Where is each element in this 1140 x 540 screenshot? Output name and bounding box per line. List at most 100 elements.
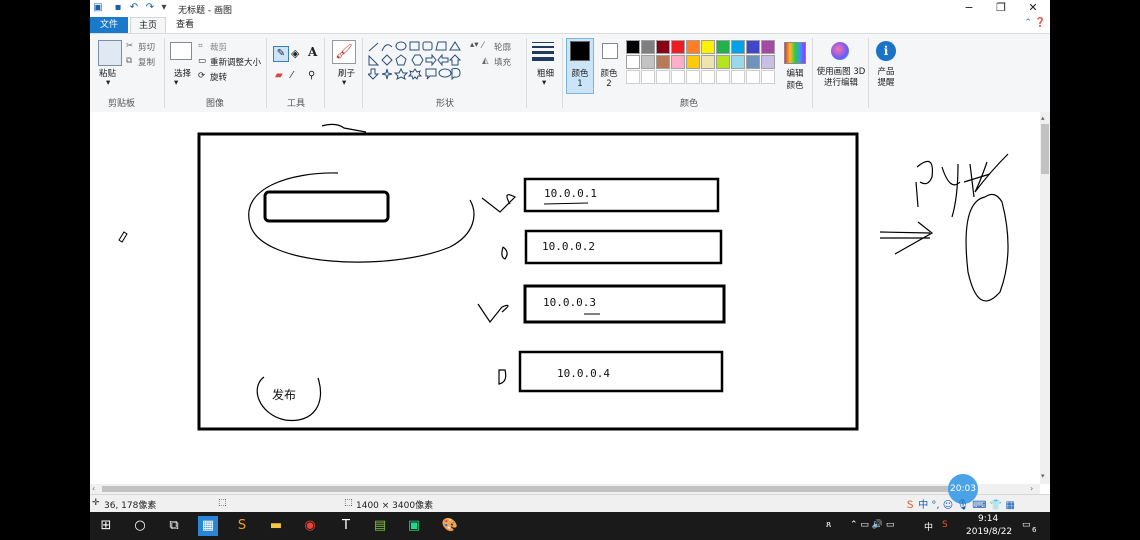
palette-swatch[interactable]	[686, 55, 700, 69]
windows-start-icon[interactable]: ⊞	[96, 516, 116, 536]
pycharm-icon[interactable]: ▣	[404, 516, 424, 536]
palette-swatch[interactable]	[671, 40, 685, 54]
pencil-icon[interactable]: ✎	[273, 46, 289, 62]
palette-swatch[interactable]	[761, 55, 775, 69]
product-alert-button[interactable]: 产品提醒	[874, 67, 898, 89]
close-button[interactable]: ✕	[1016, 0, 1050, 16]
help-icon[interactable]: ⌃ ❓	[1024, 18, 1046, 28]
horizontal-scroll-thumb[interactable]	[102, 486, 952, 492]
scroll-down-icon[interactable]: ▾	[1041, 472, 1045, 480]
color-picker-icon[interactable]: ⁄	[291, 70, 293, 81]
tab-view[interactable]: 查看	[168, 17, 202, 33]
custom-color-slot[interactable]	[686, 70, 700, 84]
edit-colors-icon[interactable]	[784, 42, 806, 64]
edit-with-paint3d-button[interactable]: 使用画图 3D 进行编辑	[816, 67, 866, 89]
sogou-icon[interactable]: Ｓ	[905, 500, 915, 511]
horizontal-scrollbar[interactable]: ‹ ›	[90, 484, 1040, 494]
app-icon-2[interactable]: S	[232, 516, 252, 536]
tab-file[interactable]: 文件	[90, 17, 128, 33]
palette-swatch[interactable]	[731, 55, 745, 69]
paint-taskbar-icon[interactable]: 🎨	[440, 516, 460, 536]
shapes-scroll-icon[interactable]: ▴▾	[470, 40, 479, 50]
brushes-dropdown-icon[interactable]: ▾	[342, 78, 346, 88]
shapes-gallery[interactable]	[368, 41, 468, 83]
ime-emoji-icon[interactable]: ☺	[943, 500, 953, 511]
file-explorer-icon[interactable]: ▬	[266, 516, 286, 536]
crop-button[interactable]: 裁剪	[210, 41, 227, 53]
save-icon[interactable]: ▪	[112, 2, 124, 14]
resize-button[interactable]: 重新调整大小	[210, 56, 261, 68]
tab-home[interactable]: 主页	[130, 17, 166, 33]
brushes-button[interactable]: 刷子	[338, 67, 355, 79]
custom-color-slot[interactable]	[731, 70, 745, 84]
maximize-button[interactable]: ❐	[984, 0, 1018, 16]
eraser-icon[interactable]: ▰	[275, 70, 283, 81]
ime-tray-label[interactable]: 中	[924, 520, 933, 533]
paint3d-icon[interactable]	[831, 42, 849, 60]
app-icon-notepad[interactable]: ▤	[370, 516, 390, 536]
paste-dropdown-icon[interactable]: ▾	[106, 78, 110, 88]
outline-button[interactable]: 轮廓	[494, 41, 511, 53]
sogou-tray-icon[interactable]: S	[942, 520, 948, 530]
chrome-icon[interactable]: ◉	[300, 516, 320, 536]
cut-button[interactable]: 剪切	[138, 41, 155, 53]
minimize-button[interactable]: −	[952, 0, 986, 16]
copy-icon[interactable]: ⧉	[126, 56, 132, 66]
ime-keyboard-icon[interactable]: ⌨	[972, 500, 986, 511]
rotate-button[interactable]: 旋转	[210, 71, 227, 83]
brush-icon[interactable]: 🖌	[332, 40, 356, 64]
custom-color-slot[interactable]	[656, 70, 670, 84]
palette-swatch[interactable]	[626, 55, 640, 69]
custom-color-slot[interactable]	[641, 70, 655, 84]
select-icon[interactable]	[170, 42, 192, 60]
undo-icon[interactable]: ↶	[128, 2, 140, 14]
custom-color-slot[interactable]	[746, 70, 760, 84]
ime-mic-icon[interactable]: 🎙	[956, 500, 969, 511]
color2-swatch[interactable]	[602, 43, 618, 59]
scroll-right-icon[interactable]: ›	[1030, 484, 1033, 494]
palette-swatch[interactable]	[716, 40, 730, 54]
edit-colors-button[interactable]: 编辑颜色	[784, 67, 806, 91]
fill-bucket-icon[interactable]: ◭	[482, 56, 489, 66]
people-icon[interactable]: ጸ	[826, 520, 831, 530]
palette-swatch[interactable]	[626, 40, 640, 54]
fill-icon[interactable]: ◈	[291, 47, 299, 60]
custom-color-slot[interactable]	[716, 70, 730, 84]
vertical-scrollbar[interactable]: ▴ ▾	[1040, 112, 1050, 484]
text-icon[interactable]: A	[308, 45, 317, 59]
palette-swatch[interactable]	[701, 55, 715, 69]
magnifier-icon[interactable]: ⚲	[308, 70, 315, 81]
size-dropdown-icon[interactable]: ▾	[542, 78, 546, 88]
customize-quick-access-icon[interactable]: ▾	[158, 2, 170, 14]
scroll-up-icon[interactable]: ▴	[1041, 114, 1045, 122]
size-lines-icon[interactable]	[532, 42, 554, 61]
color2-label[interactable]: 颜色 2	[598, 67, 620, 89]
info-icon[interactable]: i	[876, 41, 896, 61]
select-dropdown-icon[interactable]: ▾	[174, 78, 178, 88]
palette-swatch[interactable]	[641, 55, 655, 69]
palette-swatch[interactable]	[746, 55, 760, 69]
task-view-icon[interactable]: ⧉	[164, 516, 184, 536]
notification-icon[interactable]: ▭	[1022, 520, 1031, 530]
palette-swatch[interactable]	[746, 40, 760, 54]
outline-icon[interactable]: ⁄	[482, 41, 483, 51]
ime-skin-icon[interactable]: 👕	[990, 500, 1002, 511]
redo-icon[interactable]: ↷	[144, 2, 156, 14]
clock-date[interactable]: 2019/8/22	[966, 527, 1012, 537]
palette-swatch[interactable]	[686, 40, 700, 54]
fill-button[interactable]: 填充	[494, 56, 511, 68]
palette-swatch[interactable]	[761, 40, 775, 54]
ime-mode-label[interactable]: 中	[918, 500, 928, 511]
cut-icon[interactable]: ✂	[126, 41, 133, 51]
scroll-left-icon[interactable]: ‹	[92, 484, 95, 494]
ime-tools-icon[interactable]: ▦	[1006, 500, 1015, 511]
palette-swatch[interactable]	[671, 55, 685, 69]
drawing-canvas[interactable]: 10.0.0.1 10.0.0.2 10.0.0.3 10.0.0.4 发布	[90, 112, 1040, 484]
app-icon-typora[interactable]: T	[336, 516, 356, 536]
clock-time[interactable]: 9:14	[978, 514, 998, 524]
palette-swatch[interactable]	[656, 55, 670, 69]
search-icon[interactable]: ○	[130, 516, 150, 536]
palette-swatch[interactable]	[701, 40, 715, 54]
resize-icon[interactable]: ▭	[198, 56, 206, 66]
ime-punct-icon[interactable]: °,	[931, 500, 939, 511]
